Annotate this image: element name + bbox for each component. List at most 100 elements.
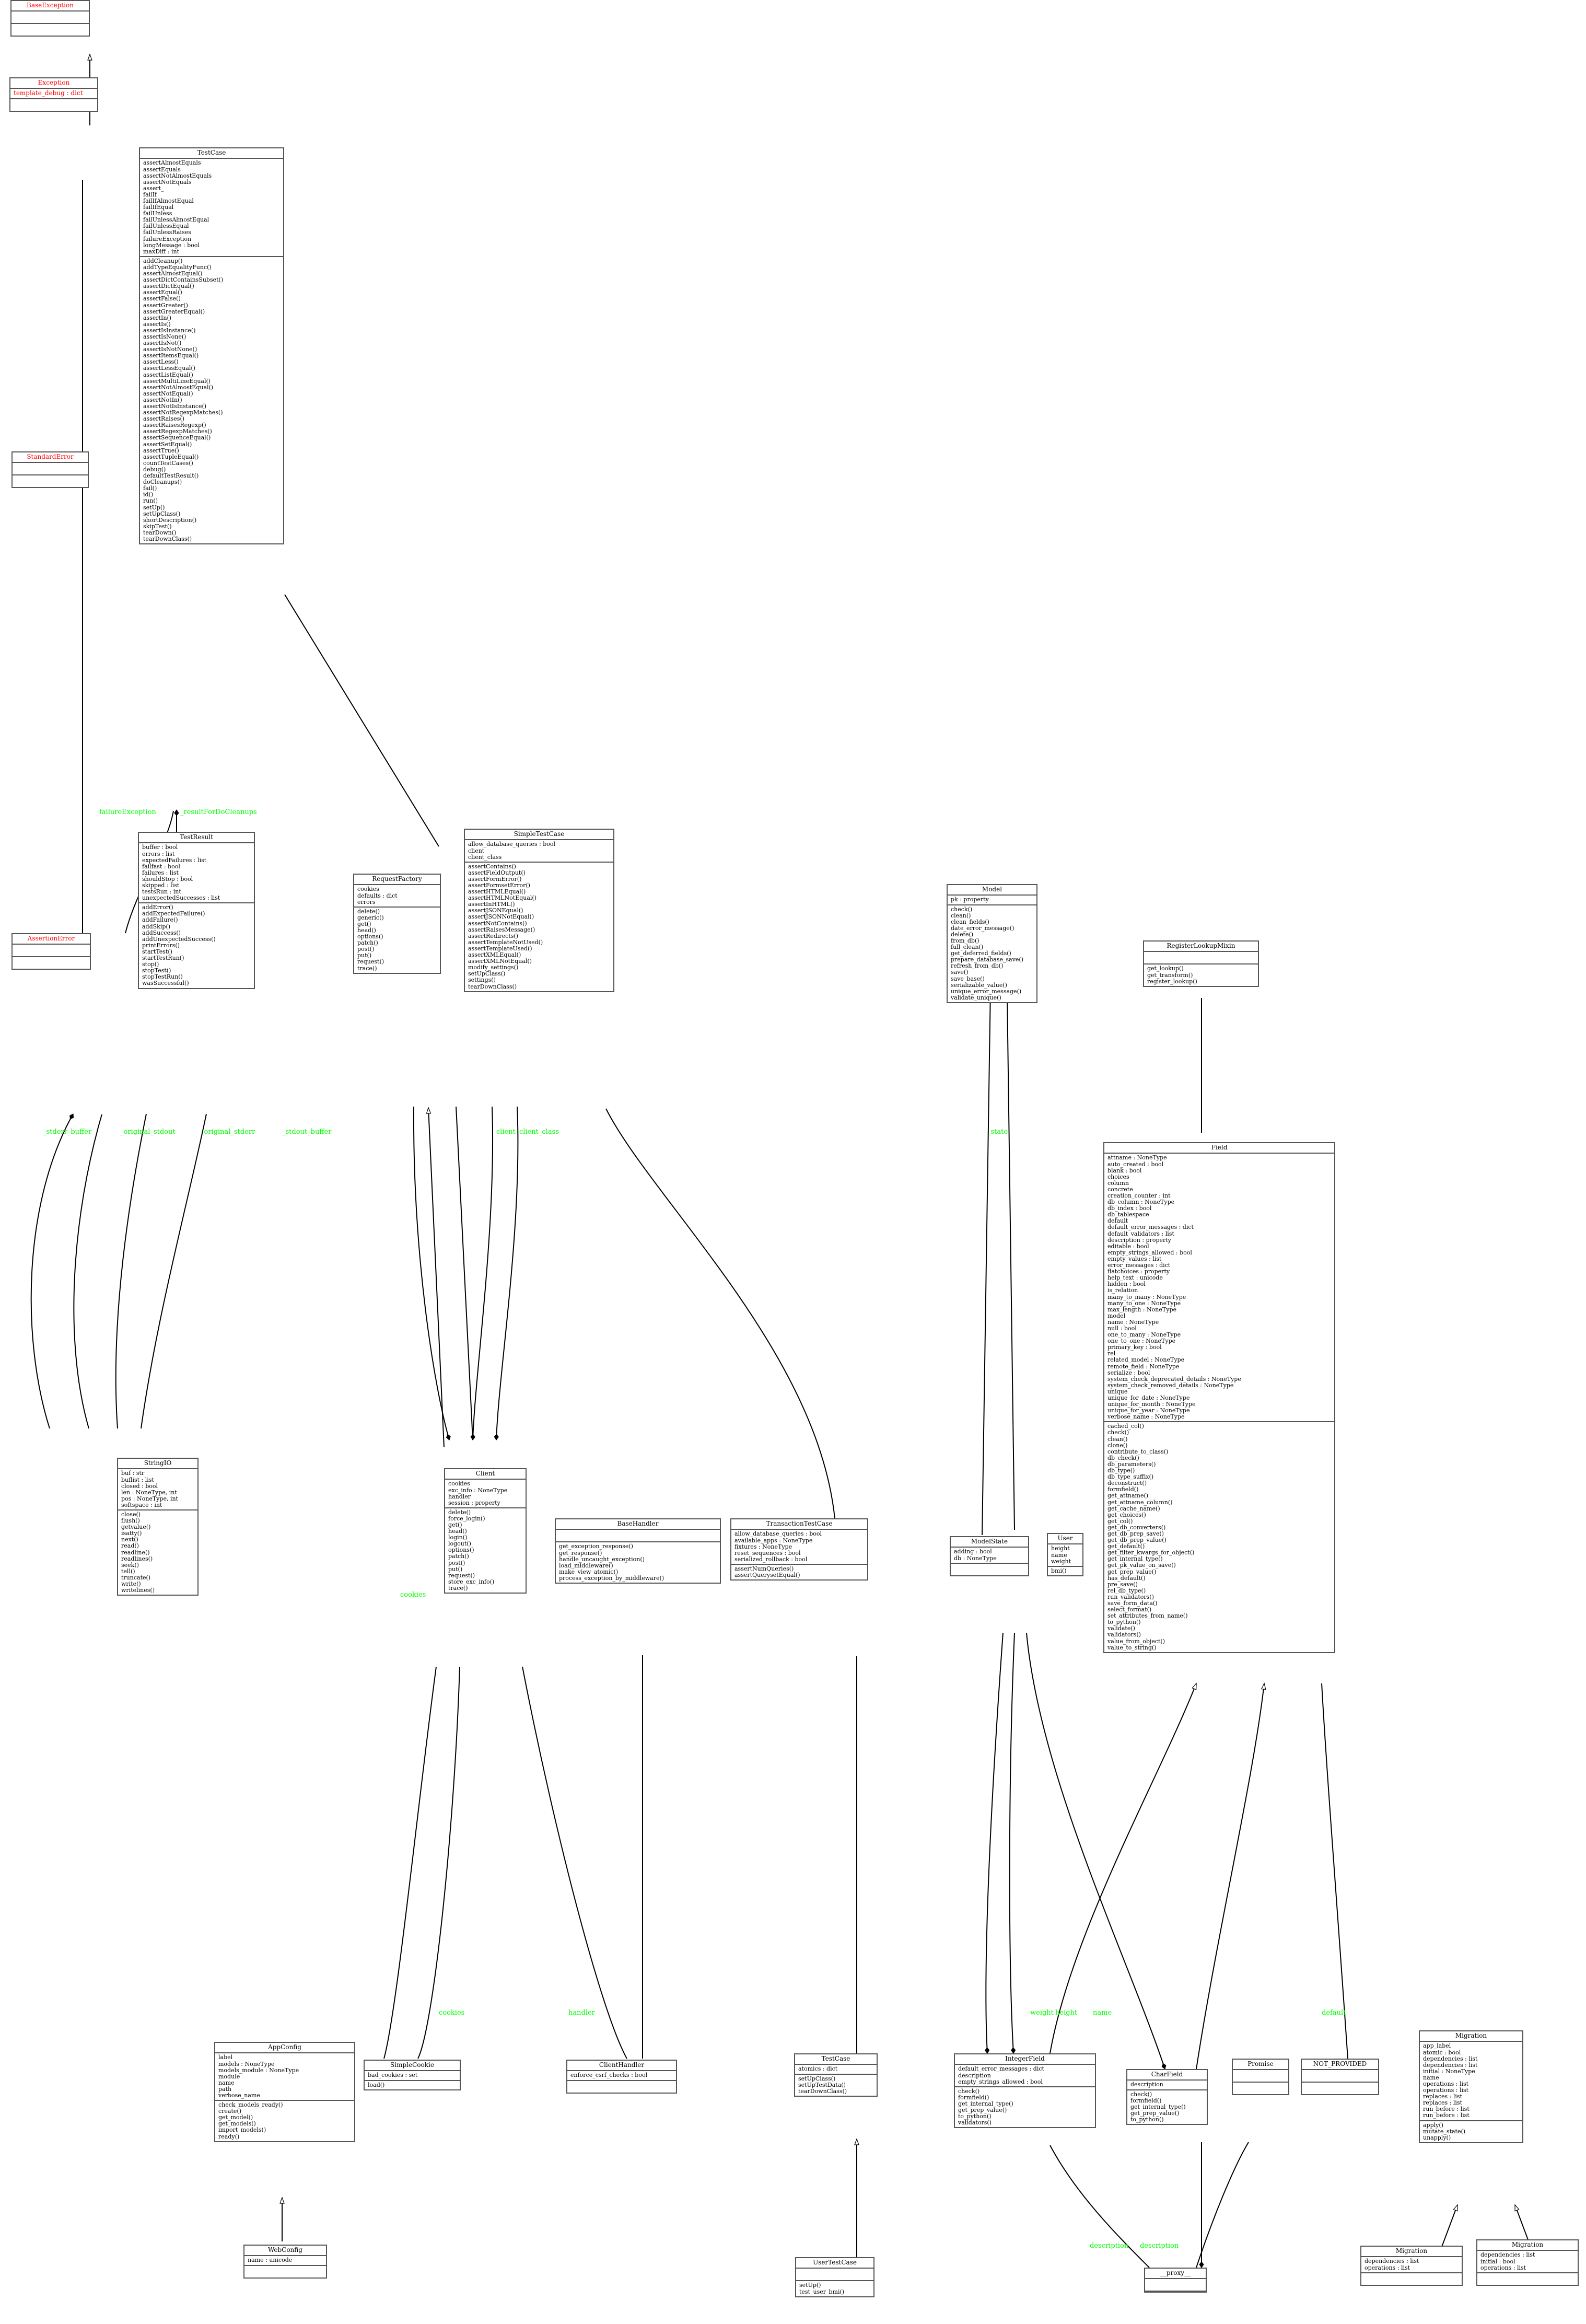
operation-row: setUp() <box>143 504 165 511</box>
class-box-app-config[interactable]: AppConfig label models : NoneType models_m… <box>214 2042 355 2142</box>
operation-row: trace() <box>357 965 377 972</box>
class-title: RequestFactory <box>354 875 440 886</box>
edge-label-description-b: description <box>1140 2242 1179 2250</box>
class-box-integer-field[interactable]: IntegerField default_error_messages : di… <box>954 2053 1096 2129</box>
attribute-row: buflist : list <box>121 1476 154 1483</box>
class-title: WebConfig <box>244 2246 326 2257</box>
operation-row: assertNotContains() <box>468 920 527 927</box>
attribute-row: adding : bool <box>954 1548 992 1555</box>
class-box-model[interactable]: Model pk : property check() clean() clean_… <box>947 884 1037 1003</box>
attribute-row: unexpectedSuccesses : list <box>142 894 220 902</box>
class-operations <box>951 1564 1028 1575</box>
operation-row: get_pk_value_on_save() <box>1107 1562 1176 1569</box>
attribute-row: expectedFailures : list <box>142 856 207 864</box>
class-operations: setUp() test_user_bmi() <box>796 2281 873 2296</box>
operation-row: serializable_value() <box>951 981 1007 989</box>
attribute-row: default_error_messages : dict <box>958 2065 1044 2073</box>
operation-row: trace() <box>448 1584 468 1591</box>
class-box-proxy[interactable]: __proxy__ <box>1144 2268 1207 2293</box>
attribute-row: name <box>1051 1551 1067 1559</box>
operation-row: addSkip() <box>142 923 170 930</box>
class-box-testcase-django[interactable]: TestCase atomics : dict setUpClass() setU… <box>794 2053 878 2097</box>
class-operations: check_models_ready() create() get_model() g… <box>215 2101 354 2141</box>
attribute-row: default_error_messages : dict <box>1107 1224 1194 1231</box>
class-box-base-exception[interactable]: BaseException <box>10 0 90 37</box>
class-box-migration-sub-left[interactable]: Migration dependencies : list operations … <box>1360 2246 1463 2286</box>
class-box-client[interactable]: Client cookies exc_info : NoneType handler… <box>444 1468 527 1594</box>
edge-label-default: default <box>1322 2009 1346 2017</box>
attribute-row: verbose_name : NoneType <box>1107 1413 1185 1421</box>
operation-row: apply() <box>1423 2121 1443 2129</box>
attribute-row: weight <box>1051 1558 1071 1565</box>
attribute-row: bad_cookies : set <box>368 2072 418 2079</box>
class-box-test-result[interactable]: TestResult buffer : bool errors : list exp… <box>138 832 255 989</box>
attribute-row: height <box>1051 1545 1070 1552</box>
class-attributes: name : unicode <box>244 2256 326 2266</box>
operation-row: check() <box>958 2087 980 2095</box>
attribute-row: dependencies : list <box>1423 2061 1478 2069</box>
class-box-assertion-error[interactable]: AssertionError <box>11 933 91 970</box>
attribute-row: atomics : dict <box>798 2065 838 2073</box>
attribute-row: serialized_rollback : bool <box>734 1555 808 1563</box>
attribute-row: db_tablespace <box>1107 1211 1149 1218</box>
class-box-migration-main[interactable]: Migration app_label atomic : bool dependen… <box>1419 2030 1523 2143</box>
class-box-testcase-unittest[interactable]: TestCase assertAlmostEquals assertEquals a… <box>139 147 284 545</box>
class-box-request-factory[interactable]: RequestFactory cookies defaults : dict err… <box>353 874 441 974</box>
class-box-simple-cookie[interactable]: SimpleCookie bad_cookies : set load() <box>364 2060 461 2090</box>
edge-label-cookies-mid: cookies <box>439 2009 465 2017</box>
edge-label-client-class: client_class <box>519 1128 559 1136</box>
class-box-char-field[interactable]: CharField description check() formfield()… <box>1126 2069 1208 2125</box>
class-title: IntegerField <box>955 2054 1095 2065</box>
attribute-row: module <box>218 2073 240 2080</box>
operation-row: id() <box>143 491 154 498</box>
class-box-user[interactable]: User height name weight bmi() <box>1047 1533 1083 1576</box>
attribute-row: name : NoneType <box>1107 1318 1159 1326</box>
operation-row: has_default() <box>1107 1574 1146 1582</box>
operation-row: check() <box>1130 2090 1152 2098</box>
class-attributes: atomics : dict <box>795 2065 877 2075</box>
attribute-row: buffer : bool <box>142 844 178 851</box>
class-box-web-config[interactable]: WebConfig name : unicode <box>243 2245 327 2279</box>
edge-label-stderr-buffer: _stderr_buffer <box>43 1128 92 1136</box>
class-box-string-io[interactable]: StringIO buf : str buflist : list closed :… <box>117 1458 199 1596</box>
class-box-migration-sub-right[interactable]: Migration dependencies : list initial : b… <box>1476 2239 1579 2286</box>
operation-row: fail() <box>143 485 157 492</box>
operation-row: assertTrue() <box>143 447 179 454</box>
class-box-field[interactable]: Field attname : NoneType auto_created : b… <box>1103 1142 1335 1653</box>
class-box-user-test-case[interactable]: UserTestCase setUp() test_user_bmi() <box>795 2257 874 2297</box>
attribute-row: description <box>1130 2081 1163 2088</box>
class-box-standard-error[interactable]: StandardError <box>11 451 89 489</box>
class-title: AssertionError <box>13 934 90 945</box>
class-attributes: allow_database_queries : bool available_a… <box>731 1530 867 1565</box>
attribute-row: db : NoneType <box>954 1554 997 1562</box>
class-box-base-handler[interactable]: BaseHandler get_exception_response() get_… <box>555 1518 721 1584</box>
operation-row: deconstruct() <box>1107 1480 1147 1487</box>
attribute-row: models : NoneType <box>218 2060 275 2067</box>
class-attributes <box>1233 2070 1288 2083</box>
operation-row: get_lookup() <box>1147 965 1184 972</box>
attribute-row: errors <box>357 898 376 905</box>
operation-row: tearDownClass() <box>468 983 517 990</box>
class-attributes: pk : property <box>948 896 1036 905</box>
attribute-row: client_class <box>468 853 502 861</box>
class-box-model-state[interactable]: ModelState adding : bool db : NoneType <box>950 1536 1029 1576</box>
attribute-row: primary_key : bool <box>1107 1344 1162 1351</box>
class-title: UserTestCase <box>796 2258 873 2269</box>
operation-row: request() <box>357 958 384 966</box>
class-box-not-provided[interactable]: NOT_PROVIDED <box>1301 2059 1379 2096</box>
class-box-transaction-test-case[interactable]: TransactionTestCase allow_database_queri… <box>730 1518 868 1581</box>
class-box-simple-test-case[interactable]: SimpleTestCase allow_database_queries : … <box>464 829 614 992</box>
class-box-client-handler[interactable]: ClientHandler enforce_csrf_checks : bool <box>566 2060 677 2094</box>
class-box-register-lookup-mixin[interactable]: RegisterLookupMixin get_lookup() get_tran… <box>1143 940 1259 987</box>
attribute-row: max_length : NoneType <box>1107 1306 1176 1313</box>
operation-row: save() <box>951 969 969 976</box>
class-operations: check() formfield() get_internal_type() get… <box>955 2087 1095 2128</box>
class-box-exception[interactable]: Exception template_debug : dict <box>9 77 98 112</box>
attribute-row: is_relation <box>1107 1287 1138 1294</box>
attribute-row: choices <box>1107 1173 1129 1180</box>
class-box-promise[interactable]: Promise <box>1232 2059 1289 2096</box>
operation-row: tearDownClass() <box>798 2087 847 2095</box>
attribute-row: defaults : dict <box>357 892 398 899</box>
attribute-row: remote_field : NoneType <box>1107 1363 1180 1370</box>
operation-row: register_lookup() <box>1147 978 1197 985</box>
